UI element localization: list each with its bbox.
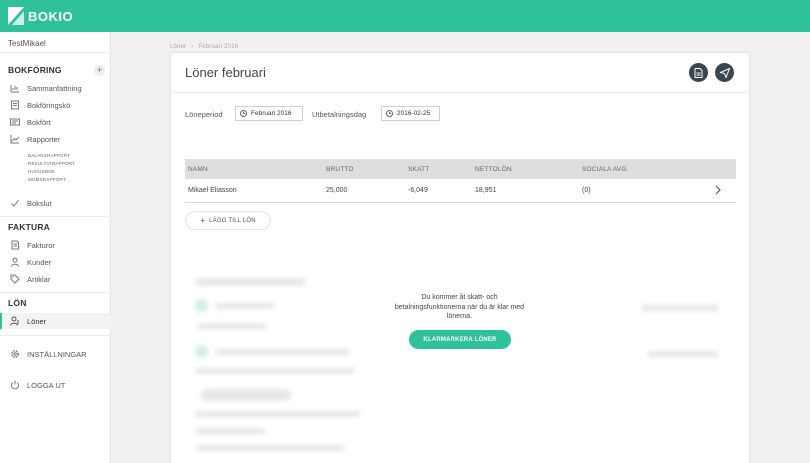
sidebar-item-label: INSTÄLLNINGAR xyxy=(27,349,87,359)
tag-icon xyxy=(10,274,20,284)
breadcrumb-parent[interactable]: Löner xyxy=(170,44,186,50)
cell-skatt: -6,049 xyxy=(408,187,428,194)
sidebar-item-label: Rapporter xyxy=(27,134,61,144)
check-icon xyxy=(10,198,20,208)
top-bar: BOKIO xyxy=(0,0,810,32)
gear-icon xyxy=(10,349,20,359)
sidebar-item-label: Löner xyxy=(27,316,47,326)
section-title-bokforing: BOKFÖRING xyxy=(8,65,62,75)
person-icon xyxy=(10,257,20,267)
column-header-nettolon: NETTOLÖN xyxy=(475,166,512,173)
sidebar-item-logga-ut[interactable]: LOGGA UT xyxy=(0,377,111,393)
sidebar-item-label: Bokföringskö xyxy=(27,100,71,110)
column-header-sociala-avg: SOCIALA AVG. xyxy=(582,166,629,173)
send-button[interactable] xyxy=(715,63,734,82)
period-label: Löneperiod xyxy=(185,110,223,119)
locked-message: Du kommer åt skatt- och betalningsfunkti… xyxy=(394,294,525,320)
cell-netto: 18,951 xyxy=(475,187,497,194)
sidebar-item-label: Bokfört xyxy=(27,117,51,127)
sidebar-item-bokforingsko[interactable]: Bokföringskö xyxy=(0,97,111,113)
locked-functions-preview xyxy=(171,253,749,463)
report-link-momsrapport[interactable]: MOMSRAPPORT xyxy=(28,177,66,182)
sidebar-item-loner[interactable]: Löner xyxy=(0,313,111,329)
send-icon xyxy=(719,67,730,78)
section-title-faktura: FAKTURA xyxy=(8,222,51,232)
sidebar-item-label: Fakturor xyxy=(27,240,55,250)
report-link-balansrapport[interactable]: BALANSRAPPORT xyxy=(28,153,70,158)
queue-icon xyxy=(10,100,20,110)
sidebar-item-label: Bokslut xyxy=(27,198,52,208)
sidebar-item-sammanfattning[interactable]: Sammanfattning xyxy=(0,80,111,96)
sidebar-item-rapporter[interactable]: Rapporter xyxy=(0,131,111,147)
document-icon xyxy=(694,67,703,78)
column-header-skatt: SKATT xyxy=(408,166,430,173)
divider xyxy=(0,216,111,217)
clock-icon xyxy=(240,110,247,117)
table-row[interactable]: Mikael Eliasson 25,000 -6,049 18,951 (0) xyxy=(185,179,736,203)
period-value: Februari 2016 xyxy=(251,110,292,117)
ledger-icon xyxy=(10,117,20,127)
divider xyxy=(0,335,111,336)
user-name: TestMikael xyxy=(8,39,46,48)
column-header-brutto: BRUTTO xyxy=(326,166,354,173)
cell-brutto: 25,000 xyxy=(326,187,348,194)
document-button[interactable] xyxy=(689,63,708,82)
divider xyxy=(0,52,111,53)
page-title: Löner februari xyxy=(185,65,266,80)
breadcrumb-current: Februari 2016 xyxy=(198,44,239,50)
payday-value: 2016-02-25 xyxy=(397,110,431,117)
add-salary-button[interactable]: + LÄGG TILL LÖN xyxy=(185,211,271,230)
report-link-resultatrapport[interactable]: RESULTATRAPPORT xyxy=(28,161,75,166)
mark-payroll-done-button[interactable]: KLARMARKERA LÖNER xyxy=(409,330,511,349)
sidebar-item-fakturor[interactable]: Fakturor xyxy=(0,237,111,253)
sidebar-item-bokfort[interactable]: Bokfört xyxy=(0,114,111,130)
chart-icon xyxy=(10,134,20,144)
power-icon xyxy=(10,380,20,390)
card-header: Löner februari xyxy=(171,53,749,93)
column-header-namn: NAMN xyxy=(188,166,208,173)
divider xyxy=(0,292,111,293)
payroll-card: Löner februari Löneperiod Februari 2016 … xyxy=(171,53,749,463)
sidebar-item-label: LOGGA UT xyxy=(27,380,66,390)
chevron-right-icon[interactable] xyxy=(712,184,724,196)
logo-mark-icon xyxy=(8,7,24,25)
sidebar-item-kunder[interactable]: Kunder xyxy=(0,254,111,270)
add-salary-label: LÄGG TILL LÖN xyxy=(209,217,256,224)
payday-field[interactable]: 2016-02-25 xyxy=(381,106,440,121)
brand-name: BOKIO xyxy=(28,8,74,24)
sidebar-item-installningar[interactable]: INSTÄLLNINGAR xyxy=(0,346,111,362)
bokio-logo[interactable]: BOKIO xyxy=(8,7,73,25)
plus-icon: + xyxy=(200,216,206,225)
invoice-icon xyxy=(10,240,20,250)
table-header: NAMN BRUTTO SKATT NETTOLÖN SOCIALA AVG. xyxy=(185,159,736,179)
section-title-lon: LÖN xyxy=(8,298,27,308)
sidebar-item-label: Kunder xyxy=(27,257,52,267)
cell-sociala: (0) xyxy=(582,187,591,194)
breadcrumb: Löner › Februari 2016 xyxy=(170,44,238,50)
sidebar-item-label: Artiklar xyxy=(27,274,51,284)
payroll-icon xyxy=(10,316,20,326)
breadcrumb-separator: › xyxy=(191,44,194,50)
payday-label: Utbetalningsdag xyxy=(312,110,367,119)
sidebar-item-artiklar[interactable]: Artiklar xyxy=(0,271,111,287)
sidebar: TestMikael BOKFÖRING + Sammanfattning Bo… xyxy=(0,32,111,463)
sidebar-item-label: Sammanfattning xyxy=(27,83,82,93)
dashboard-icon xyxy=(10,83,20,93)
sidebar-item-bokslut[interactable]: Bokslut xyxy=(0,195,111,211)
clock-icon xyxy=(386,110,393,117)
cell-name: Mikael Eliasson xyxy=(188,187,237,194)
period-field[interactable]: Februari 2016 xyxy=(235,106,303,121)
add-button[interactable]: + xyxy=(94,65,105,76)
report-link-huvudbok[interactable]: HUVUDBOK xyxy=(28,169,55,174)
